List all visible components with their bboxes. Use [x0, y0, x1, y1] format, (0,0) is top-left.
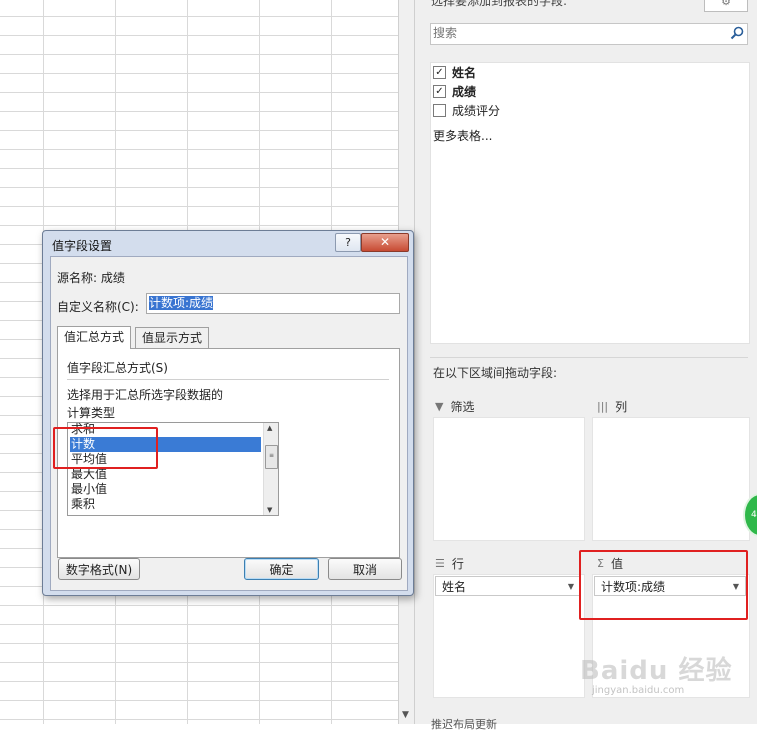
gear-icon: ⚙ [721, 0, 731, 8]
columns-drop-area[interactable] [592, 417, 750, 541]
search-icon[interactable] [730, 26, 744, 40]
rows-drop-area[interactable]: 姓名 ▼ [433, 574, 585, 698]
list-item[interactable]: 最大值 [70, 467, 261, 482]
field-search-input[interactable] [431, 24, 713, 42]
more-tables-link[interactable]: 更多表格... [433, 127, 492, 144]
pane-header: 选择要添加到报表的字段: [431, 0, 568, 8]
source-name: 源名称: 成绩 [57, 271, 125, 285]
list-item[interactable]: 乘积 [70, 497, 261, 512]
scroll-down-arrow-icon[interactable]: ▼ [267, 506, 272, 514]
listbox-scrollbar[interactable]: ▲ ≡ ▼ [263, 423, 278, 515]
description-line-1: 选择用于汇总所选字段数据的 [67, 388, 224, 402]
summarize-heading: 值字段汇总方式(S) [67, 361, 168, 375]
filter-area-label: ▼ 筛选 [435, 398, 474, 415]
field-item-name[interactable]: ✓ 姓名 [433, 63, 476, 81]
field-item-grade[interactable]: 成绩评分 [433, 101, 500, 119]
highlight-count-item [53, 427, 158, 469]
chevron-down-icon[interactable]: ▼ [568, 577, 574, 597]
dialog-body: 源名称: 成绩 自定义名称(C): 计数项:成绩 值汇总方式 值显示方式 值字段… [50, 256, 408, 591]
scroll-down-arrow-icon[interactable]: ▼ [402, 710, 409, 720]
field-item-score[interactable]: ✓ 成绩 [433, 82, 476, 100]
field-label: 成绩 [452, 84, 477, 99]
help-button[interactable]: ? [335, 233, 361, 252]
tools-gear-button[interactable]: ⚙ [704, 0, 748, 12]
defer-update-label: 推迟布局更新 [431, 718, 497, 731]
heading-separator [67, 379, 389, 380]
description-line-2: 计算类型 [67, 406, 116, 420]
highlight-values-area [579, 550, 748, 620]
drag-hint-text: 在以下区域间拖动字段: [433, 366, 558, 380]
field-label: 成绩评分 [452, 103, 501, 118]
filter-icon: ▼ [435, 400, 444, 413]
filter-label: 筛选 [450, 400, 475, 414]
tab-summarize-by[interactable]: 值汇总方式 [57, 326, 132, 349]
columns-area-label: ||| 列 [597, 398, 627, 415]
filter-drop-area[interactable] [433, 417, 585, 541]
value-field-settings-dialog: 值字段设置 ? ✕ 源名称: 成绩 自定义名称(C): 计数项:成绩 值汇总方式… [42, 230, 414, 596]
field-checkbox-grade[interactable] [433, 103, 446, 117]
dialog-title: 值字段设置 [52, 239, 113, 253]
defer-update-row[interactable]: 推迟布局更新 [431, 716, 497, 732]
rows-label: 行 [451, 557, 464, 571]
cancel-button[interactable]: 取消 [328, 558, 402, 580]
columns-icon: ||| [597, 400, 609, 413]
rows-icon: ☰ [435, 557, 445, 570]
columns-label: 列 [615, 400, 628, 414]
watermark-url: jingyan.baidu.com [592, 685, 685, 696]
tab-show-values-as[interactable]: 值显示方式 [135, 327, 210, 348]
list-item[interactable]: 最小值 [70, 482, 261, 497]
field-label: 姓名 [452, 65, 477, 80]
field-list: ✓ 姓名 ✓ 成绩 成绩评分 更多表格... [430, 62, 750, 344]
scroll-thumb[interactable]: ≡ [265, 445, 278, 469]
custom-name-label: 自定义名称(C): [57, 300, 139, 314]
field-search-box[interactable] [430, 23, 748, 45]
watermark-logo: Baidu 经验 [580, 656, 733, 686]
scroll-up-arrow-icon[interactable]: ▲ [267, 424, 272, 432]
custom-name-input[interactable]: 计数项:成绩 [146, 293, 400, 314]
rows-area-label: ☰ 行 [435, 555, 464, 572]
pane-divider[interactable] [430, 357, 748, 358]
field-checkbox-name[interactable]: ✓ [433, 65, 446, 79]
custom-name-value: 计数项:成绩 [149, 296, 214, 310]
rows-item-label: 姓名 [442, 580, 467, 594]
close-button[interactable]: ✕ [361, 233, 409, 252]
rows-item[interactable]: 姓名 ▼ [435, 576, 581, 596]
number-format-button[interactable]: 数字格式(N) [58, 558, 140, 580]
ok-button[interactable]: 确定 [244, 558, 319, 580]
field-checkbox-score[interactable]: ✓ [433, 84, 446, 98]
